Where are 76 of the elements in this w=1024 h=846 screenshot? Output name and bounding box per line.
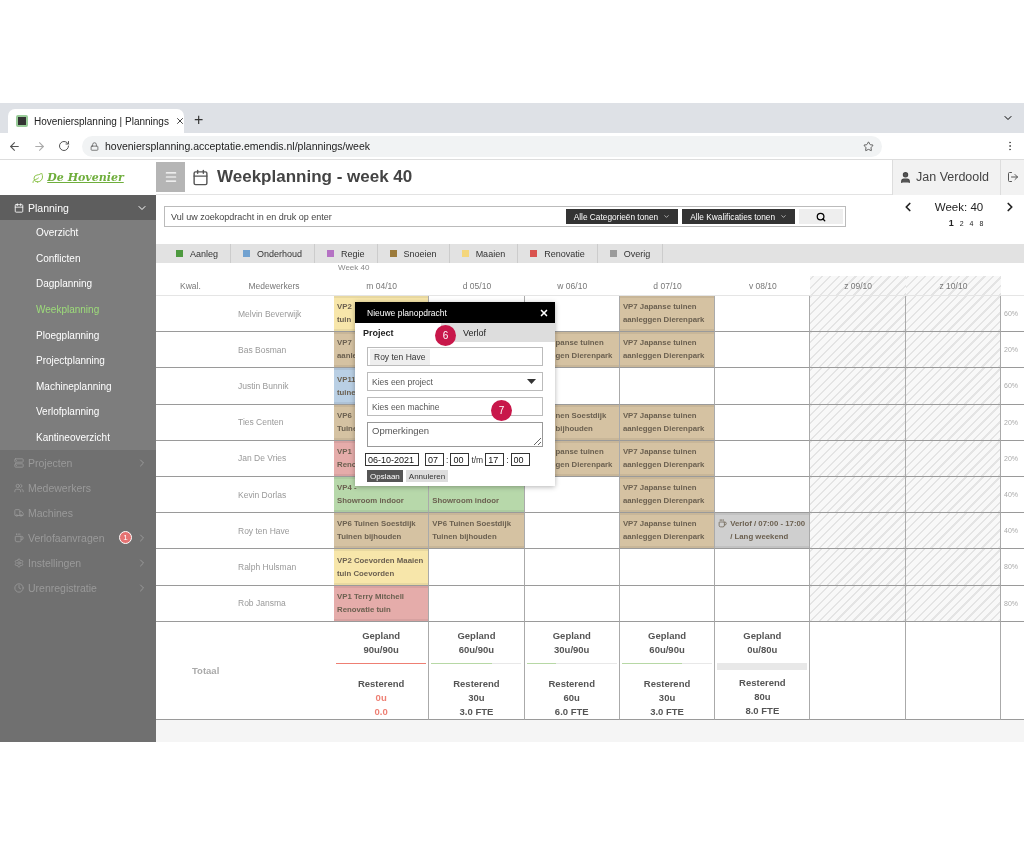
filter-dropdown[interactable]: Alle Categorieën tonen: [565, 209, 679, 224]
count-badge: 1: [119, 531, 132, 545]
project-select[interactable]: Kies een project: [367, 372, 543, 391]
legend-label: Aanleg: [190, 248, 219, 259]
notes-field[interactable]: Opmerkingen: [367, 422, 543, 447]
employee-tag[interactable]: Roy ten Have: [370, 348, 430, 365]
search-field[interactable]: Vul uw zoekopdracht in en druk op enter Alle Categorieën tonen Alle Kwalificaties tonen: [164, 206, 846, 227]
week-label: Week: 40: [934, 201, 984, 213]
planned-hours: 60u/90u: [458, 642, 495, 657]
remaining-hours: 0u: [375, 690, 387, 705]
day-header: z 09/10: [810, 276, 906, 296]
legend-label: Snoeien: [403, 248, 437, 259]
fte-value: 3.0 FTE: [459, 704, 494, 719]
sidebar-subitem[interactable]: Projectplanning: [0, 347, 156, 374]
week-span-link[interactable]: 1: [948, 218, 954, 228]
remaining-label: Resterend: [548, 676, 595, 691]
planned-label: Gepland: [362, 628, 401, 643]
legend-label: Renovatie: [544, 248, 585, 259]
sidebar-subitem[interactable]: Verlofplanning: [0, 399, 156, 425]
address-bar[interactable]: hoveniersplanning.acceptatie.emendis.nl/plannings/week: [82, 135, 882, 157]
sidebar-subitem[interactable]: Machineplanning: [0, 373, 156, 400]
remaining-hours: 60u: [563, 690, 580, 705]
remaining-label: Resterend: [739, 675, 786, 690]
remaining-hours: 30u: [658, 690, 676, 705]
legend-label: Maaien: [475, 248, 506, 259]
sidebar-subitem[interactable]: Weekplanning: [0, 296, 156, 323]
planned-label: Gepland: [457, 628, 496, 643]
sidebar-subitem[interactable]: Ploegplanning: [0, 322, 156, 348]
user-button[interactable]: Jan Verdoold: [892, 159, 1000, 195]
planned-label: Gepland: [648, 628, 687, 643]
cancel-button[interactable]: Annuleren: [405, 470, 449, 482]
new-tab-button[interactable]: +: [194, 111, 204, 129]
save-button[interactable]: Opslaan: [367, 470, 403, 482]
sidebar-subitem[interactable]: Kantineoverzicht: [0, 424, 156, 451]
hour-field[interactable]: 17: [485, 453, 505, 466]
planned-hours: 60u/90u: [649, 642, 685, 657]
hour-field[interactable]: 07: [425, 453, 444, 466]
planned-hours: 0u/80u: [747, 642, 778, 657]
employee-field[interactable]: Roy ten Have: [367, 347, 543, 366]
dialog-tab[interactable]: Verlof: [455, 323, 494, 342]
filter-dropdown[interactable]: Alle Kwalificaties tonen: [682, 209, 795, 224]
sidebar-subitem[interactable]: Dagplanning: [0, 271, 156, 297]
fte-value: 6.0 FTE: [554, 704, 589, 719]
remaining-label: Resterend: [357, 676, 405, 691]
sidebar-subitem[interactable]: Conflicten: [0, 245, 156, 272]
remaining-label: Resterend: [643, 676, 691, 691]
planned-hours: 90u/90u: [363, 642, 399, 657]
column-header: Kwal.: [156, 276, 214, 296]
until-label: t/m: [471, 454, 484, 465]
planned-hours: 30u/90u: [554, 642, 590, 657]
dialog-title: Nieuwe planopdracht: [367, 307, 447, 318]
minute-field[interactable]: 00: [450, 453, 470, 466]
day-header: z 10/10: [905, 276, 1002, 296]
dialog-tab[interactable]: Project: [355, 323, 441, 342]
time-separator: :: [506, 454, 509, 465]
legend-label: Regie: [341, 248, 365, 259]
legend-label: Onderhoud: [257, 248, 303, 259]
planned-label: Gepland: [743, 628, 782, 643]
total-label: Totaal: [192, 664, 220, 676]
week-caption: Week 40: [337, 263, 371, 274]
page-title: Weekplanning - week 40: [217, 167, 414, 187]
fte-value: 0.0: [374, 704, 388, 719]
legend-label: Overig: [623, 248, 651, 259]
sidebar-item[interactable]: Planning: [0, 195, 156, 220]
remaining-hours: 80u: [754, 689, 771, 704]
remaining-label: Resterend: [453, 676, 500, 691]
remaining-hours: 30u: [468, 690, 485, 705]
date-field[interactable]: 06-10-2021: [365, 453, 419, 466]
minute-field[interactable]: 00: [510, 453, 530, 466]
fte-value: 3.0 FTE: [650, 704, 684, 719]
time-separator: :: [446, 454, 449, 465]
fte-value: 8.0 FTE: [745, 703, 780, 718]
sidebar-subitem[interactable]: Overzicht: [0, 220, 156, 246]
planned-label: Gepland: [552, 628, 591, 643]
browser-tab[interactable]: Hoveniersplanning | Plannings: [8, 109, 184, 133]
logo[interactable]: De Hovenier: [47, 171, 124, 184]
